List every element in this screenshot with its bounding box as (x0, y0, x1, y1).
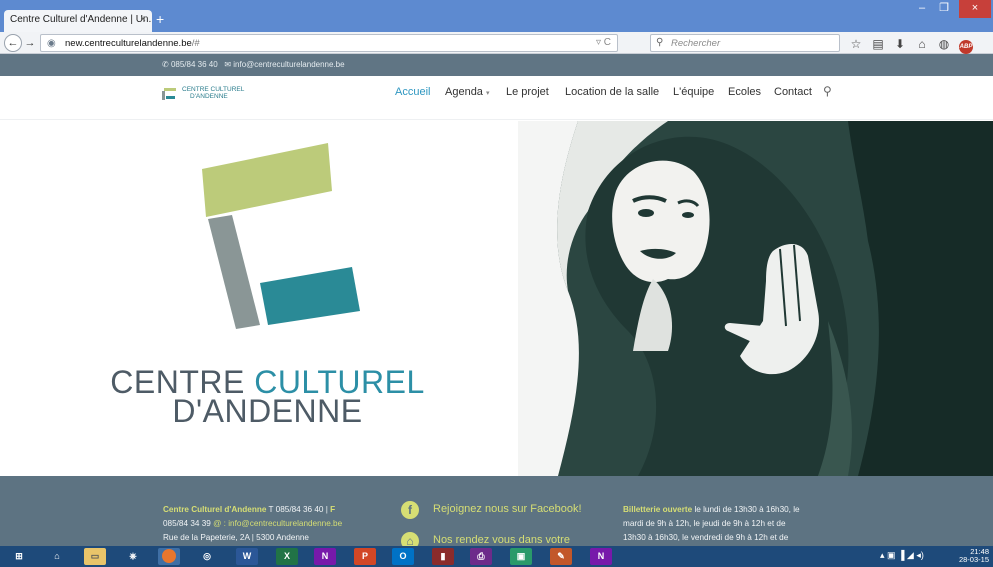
menu-item-ecoles[interactable]: Ecoles (728, 86, 761, 98)
big-logo-mark (202, 143, 360, 329)
menu-item-equipe[interactable]: L'équipe (673, 86, 714, 98)
start-icon[interactable]: ⊞ (8, 548, 30, 565)
logo-line2: D'ANDENNE (190, 93, 228, 100)
forward-arrow-icon[interactable]: → (23, 36, 37, 50)
url-bar[interactable]: ◉ new.centreculturelandenne.be/# ▿ C (40, 34, 618, 52)
browser-nav-bar: ← → ◉ new.centreculturelandenne.be/# ▿ C… (0, 32, 993, 70)
firefox-icon[interactable] (158, 548, 180, 565)
url-path: /# (191, 38, 200, 49)
download-icon[interactable]: ⬇ (889, 36, 911, 52)
tab-title: Centre Culturel d'Andenne | Un... (10, 14, 152, 25)
powerpoint-icon[interactable]: P (354, 548, 376, 565)
hero-photo-image (518, 121, 993, 476)
contact-email[interactable]: info@centreculturelandenne.be (233, 60, 344, 69)
footer-tel-label: T (266, 505, 276, 514)
new-tab-button[interactable]: + (156, 11, 170, 27)
menu-item-le-projet[interactable]: Le projet (506, 86, 549, 98)
onenote2-icon[interactable]: N (590, 548, 612, 565)
back-arrow-icon[interactable]: ← (4, 34, 22, 52)
outlook-icon[interactable]: O (392, 548, 414, 565)
bookmark-star-icon[interactable]: ☆ (845, 36, 867, 52)
menu-item-contact[interactable]: Contact (774, 86, 812, 98)
home-icon[interactable]: ⌂ (911, 36, 933, 52)
home-icon[interactable]: ⌂ (46, 548, 68, 565)
footer-email[interactable]: info@centreculturelandenne.be (228, 519, 342, 528)
hero-title-line2: D'ANDENNE (172, 393, 363, 429)
browser-tab-strip: Centre Culturel d'Andenne | Un... × + – … (0, 0, 993, 32)
tab-close-icon[interactable]: × (140, 14, 146, 25)
thunderbird-icon[interactable]: ◎ (196, 548, 218, 565)
footer-at: @ : (210, 519, 229, 528)
file-explorer-icon[interactable]: ▭ (84, 548, 106, 565)
chat-icon[interactable]: ◍ (933, 36, 955, 52)
footer-ticket-hours: Billetterie ouverte le lundi de 13h30 à … (623, 503, 848, 545)
footer-org-name: Centre Culturel d'Andenne (163, 505, 267, 514)
site-header: CENTRE CULTUREL D'ANDENNE Accueil Agenda… (0, 76, 993, 120)
adblock-icon[interactable]: ABP (955, 36, 977, 54)
sway-icon[interactable]: ▣ (510, 548, 532, 565)
ticket-highlight: Billetterie ouverte (623, 505, 693, 514)
contact-info: ✆ 085/84 36 40 ✉ info@centreculturelande… (162, 60, 345, 69)
minimize-button[interactable]: – (911, 0, 933, 18)
clock-date: 28-03-15 (958, 555, 989, 564)
menu-item-agenda[interactable]: Agenda ▾ (445, 86, 489, 98)
paint-icon[interactable]: ✎ (550, 548, 572, 565)
clock[interactable]: 21:48 28-03-15 (959, 548, 989, 564)
browser-toolbar-icons: ☆▤⬇⌂◍ABP≡ (845, 35, 993, 70)
phone-icon: ✆ (162, 60, 169, 69)
contact-phone[interactable]: 085/84 36 40 (171, 60, 218, 69)
onenote-icon[interactable]: N (314, 548, 336, 565)
browser-tab[interactable]: Centre Culturel d'Andenne | Un... × (4, 10, 152, 32)
browser-search-input[interactable]: ⚲ Rechercher (650, 34, 840, 52)
globe-icon: ◉ (47, 38, 56, 49)
menu-item-accueil[interactable]: Accueil (395, 86, 430, 98)
footer-tel[interactable]: 085/84 36 40 (276, 505, 324, 514)
search-icon[interactable]: ⚲ (823, 84, 832, 98)
mail-icon: ✉ (224, 60, 232, 69)
excel-icon[interactable]: X (276, 548, 298, 565)
footer-fax-label: F (330, 505, 336, 514)
site-logo[interactable]: CENTRE CULTUREL D'ANDENNE (162, 86, 262, 102)
chevron-down-icon: ▾ (485, 90, 490, 97)
menu-item-agenda-label: Agenda (445, 86, 483, 98)
url-host: new.centreculturelandenne.be (65, 38, 192, 49)
reading-list-icon[interactable]: ▤ (867, 36, 889, 52)
footer-address: Rue de la Papeterie, 2A | 5300 Andenne (163, 533, 309, 542)
ticket-line2: mardi de 9h à 12h, le jeudi de 9h à 12h … (623, 519, 786, 528)
search-placeholder: Rechercher (671, 38, 721, 49)
maximize-button[interactable]: ❐ (933, 0, 955, 18)
hero-photo (518, 121, 993, 476)
book-icon[interactable]: ▮ (432, 548, 454, 565)
screen: Centre Culturel d'Andenne | Un... × + – … (0, 0, 993, 567)
footer-contact: Centre Culturel d'Andenne T 085/84 36 40… (163, 503, 373, 545)
logo-line1: CENTRE CULTUREL (182, 86, 245, 93)
word-icon[interactable]: W (236, 548, 258, 565)
ticket-line1: le lundi de 13h30 à 16h30, le (692, 505, 800, 514)
hero-section: CENTRE CULTUREL D'ANDENNE (0, 121, 993, 476)
facebook-link[interactable]: Rejoignez nous sur Facebook! (433, 503, 582, 515)
site-footer: Centre Culturel d'Andenne T 085/84 36 40… (0, 476, 993, 550)
ticket-line3: 13h30 à 16h30, le vendredi de 9h à 12h e… (623, 533, 789, 542)
menu-item-location[interactable]: Location de la salle (565, 86, 659, 98)
logo-mark-icon (162, 88, 176, 100)
venue-link[interactable]: Nos rendez vous dans votre (433, 534, 570, 546)
close-window-button[interactable]: × (959, 0, 991, 18)
facebook-icon[interactable]: f (401, 501, 419, 519)
search-icon: ⚲ (656, 37, 664, 48)
system-tray-icons[interactable]: ▴ ▣ ▐ ◢ ◂) (880, 550, 924, 561)
footer-fax: 085/84 34 39 (163, 519, 211, 528)
windows-taskbar: ⊞ ⌂ ▭ ⎈ ◎ W X N P O ▮ ⎙ ▣ ✎ N ▴ ▣ ▐ ◢ ◂)… (0, 546, 993, 567)
network-icon[interactable]: ⎈ (122, 548, 144, 565)
reload-icon[interactable]: ▿ C (596, 37, 611, 48)
site-contact-bar: ✆ 085/84 36 40 ✉ info@centreculturelande… (0, 54, 993, 76)
pdf-icon[interactable]: ⎙ (470, 548, 492, 565)
